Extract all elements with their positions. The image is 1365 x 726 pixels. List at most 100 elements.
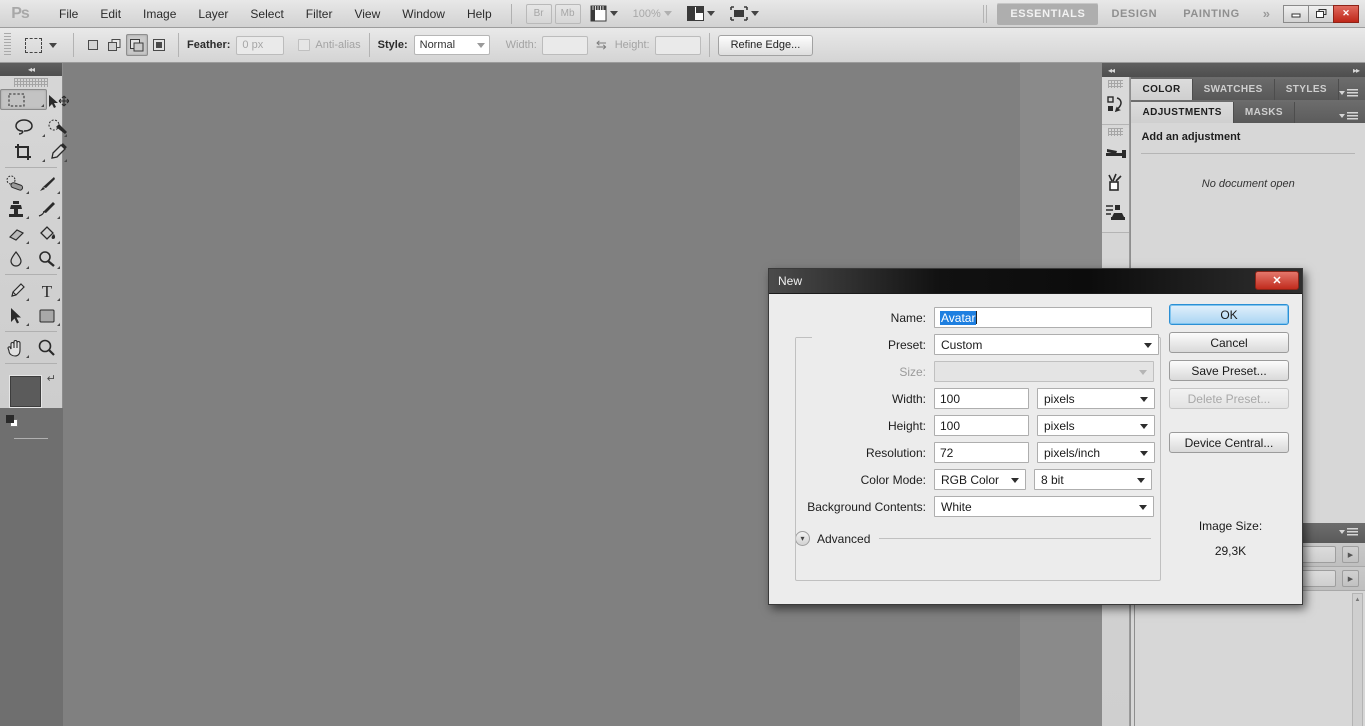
tool-rectangle-shape[interactable] — [31, 303, 62, 328]
tool-rectangular-marquee[interactable] — [0, 89, 47, 110]
layers-panel-menu-button[interactable] — [1339, 527, 1365, 539]
preset-select[interactable]: Custom — [934, 334, 1159, 355]
tab-swatches[interactable]: SWATCHES — [1192, 79, 1275, 100]
screen-mode-icon — [729, 6, 748, 21]
blend-mode-expand-icon[interactable]: ▶ — [1342, 546, 1359, 563]
menu-view[interactable]: View — [343, 3, 391, 25]
tool-eraser[interactable] — [0, 221, 31, 246]
color-depth-select[interactable]: 8 bit — [1034, 469, 1152, 490]
menu-file[interactable]: File — [48, 3, 89, 25]
selection-mode-add[interactable] — [104, 34, 126, 56]
dialog-buttons: OK Cancel Save Preset... Delete Preset..… — [1159, 304, 1292, 594]
tool-zoom[interactable] — [31, 335, 62, 360]
history-panel-button[interactable] — [1102, 90, 1129, 120]
tool-preset-picker[interactable] — [17, 37, 65, 53]
foreground-color-swatch[interactable] — [10, 376, 41, 407]
tool-dodge[interactable] — [31, 246, 62, 271]
menu-select[interactable]: Select — [239, 3, 294, 25]
tool-history-brush[interactable] — [31, 196, 62, 221]
adjustments-panel-menu-button[interactable] — [1339, 112, 1365, 123]
tool-move[interactable] — [47, 89, 69, 114]
dock-collapse-bar[interactable]: ◂◂ ▸▸ — [1102, 63, 1365, 77]
default-colors-icon[interactable] — [6, 415, 19, 428]
options-bar-grip[interactable] — [4, 33, 11, 57]
name-input[interactable]: Avatar — [934, 307, 1152, 328]
restore-button[interactable] — [1308, 4, 1334, 23]
dialog-close-button[interactable]: ✕ — [1255, 271, 1299, 290]
menu-help[interactable]: Help — [456, 3, 503, 25]
ok-button[interactable]: OK — [1169, 304, 1289, 325]
anti-alias-checkbox[interactable] — [298, 39, 311, 51]
resolution-unit-select[interactable]: pixels/inch — [1037, 442, 1155, 463]
color-panel-menu-button[interactable] — [1339, 89, 1365, 100]
width-input[interactable] — [541, 35, 588, 55]
width-unit-select[interactable]: pixels — [1037, 388, 1155, 409]
layer-comps-panel-button[interactable] — [1102, 198, 1129, 228]
dialog-title-bar[interactable]: New ✕ — [769, 269, 1302, 294]
swap-colors-icon[interactable]: ↵ — [47, 372, 56, 385]
view-extras-button[interactable] — [584, 5, 624, 22]
tool-crop[interactable] — [0, 139, 47, 164]
tool-quick-selection[interactable] — [47, 114, 69, 139]
workspace-design[interactable]: DESIGN — [1098, 3, 1170, 25]
selection-mode-intersect[interactable] — [148, 34, 170, 56]
save-preset-button[interactable]: Save Preset... — [1169, 360, 1289, 381]
close-button[interactable]: ✕ — [1333, 4, 1359, 23]
workspace-more-button[interactable]: » — [1253, 6, 1280, 21]
tab-adjustments[interactable]: ADJUSTMENTS — [1131, 102, 1234, 123]
tool-lasso[interactable] — [0, 114, 47, 139]
toolbox-collapse-bar[interactable]: ◂◂ — [0, 63, 62, 76]
workspace-essentials[interactable]: ESSENTIALS — [997, 2, 1099, 25]
cancel-button[interactable]: Cancel — [1169, 332, 1289, 353]
tool-brush[interactable] — [31, 171, 62, 196]
tool-paint-bucket[interactable] — [31, 221, 62, 246]
zoom-level-display[interactable]: 100% — [627, 8, 678, 20]
opacity-expand-icon[interactable]: ▶ — [1342, 570, 1359, 587]
rectangular-marquee-icon — [25, 37, 42, 53]
rectangular-marquee-icon — [8, 93, 25, 106]
selection-mode-new[interactable] — [82, 34, 104, 56]
swap-dimensions-icon[interactable]: ⇆ — [596, 37, 607, 53]
background-contents-select[interactable]: White — [934, 496, 1154, 517]
tool-horizontal-type[interactable]: T — [31, 278, 62, 303]
scroll-up-icon[interactable]: ▲ — [1353, 594, 1362, 605]
menu-filter[interactable]: Filter — [295, 3, 344, 25]
bridge-button[interactable]: Br — [525, 3, 552, 24]
tab-color[interactable]: COLOR — [1131, 79, 1193, 100]
adjustments-panel-button[interactable] — [1102, 138, 1129, 168]
tool-more-indicator — [57, 191, 60, 194]
color-mode-select[interactable]: RGB Color — [934, 469, 1026, 490]
crop-tool-icon — [15, 143, 31, 160]
resolution-unit-value: pixels/inch — [1044, 445, 1101, 460]
tool-path-selection[interactable] — [0, 303, 31, 328]
refine-edge-button[interactable]: Refine Edge... — [717, 34, 814, 56]
tab-masks[interactable]: MASKS — [1233, 102, 1295, 123]
workspace-painting[interactable]: PAINTING — [1170, 3, 1253, 25]
size-select[interactable] — [934, 361, 1154, 382]
tool-eyedropper[interactable] — [47, 139, 69, 164]
tool-blur[interactable] — [0, 246, 31, 271]
tool-hand[interactable] — [0, 335, 31, 360]
selection-mode-subtract[interactable] — [126, 34, 148, 56]
style-select[interactable]: Normal — [413, 35, 490, 55]
path-selection-icon — [10, 307, 21, 323]
dialog-form: Name: Avatar Preset: Custom Size: Width:… — [779, 304, 1161, 594]
feather-input[interactable]: 0 px — [236, 35, 285, 55]
tool-clone-stamp[interactable] — [0, 196, 31, 221]
tool-spot-healing-brush[interactable] — [0, 171, 31, 196]
device-central-button[interactable]: Device Central... — [1169, 432, 1289, 453]
height-input[interactable] — [654, 35, 701, 55]
minimize-button[interactable] — [1283, 4, 1309, 23]
arrange-documents-button[interactable] — [681, 6, 721, 21]
tab-styles[interactable]: STYLES — [1274, 79, 1339, 100]
masks-panel-button[interactable] — [1102, 168, 1129, 198]
menu-edit[interactable]: Edit — [89, 3, 132, 25]
menu-image[interactable]: Image — [132, 3, 187, 25]
layers-scrollbar[interactable]: ▲ ▼ — [1352, 593, 1363, 726]
menu-window[interactable]: Window — [391, 3, 456, 25]
height-unit-select[interactable]: pixels — [1037, 415, 1155, 436]
mini-bridge-button[interactable]: Mb — [554, 3, 581, 24]
menu-layer[interactable]: Layer — [187, 3, 239, 25]
screen-mode-button[interactable] — [724, 6, 765, 21]
tool-pen[interactable] — [0, 278, 31, 303]
